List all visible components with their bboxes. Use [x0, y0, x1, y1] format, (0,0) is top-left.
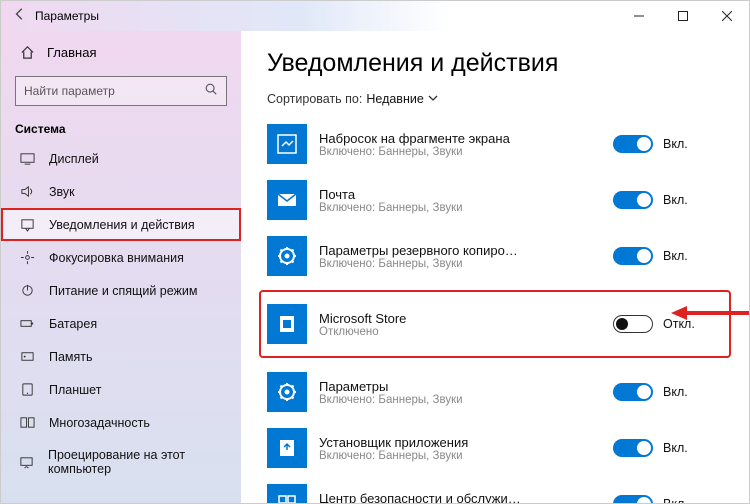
multitasking-icon: [19, 415, 35, 430]
app-icon: [267, 124, 307, 164]
storage-icon: [19, 349, 35, 364]
app-icon: [267, 236, 307, 276]
maximize-button[interactable]: [661, 1, 705, 31]
home-button[interactable]: Главная: [1, 41, 241, 70]
home-label: Главная: [47, 45, 96, 60]
page-title: Уведомления и действия: [267, 49, 723, 78]
app-name: Центр безопасности и обслужи…: [319, 491, 601, 504]
minimize-button[interactable]: [617, 1, 661, 31]
focus-icon: [19, 250, 35, 265]
sidebar-item-label: Уведомления и действия: [49, 218, 195, 232]
section-label: Система: [1, 116, 241, 142]
app-name: Установщик приложения: [319, 435, 601, 450]
sidebar-item-label: Звук: [49, 185, 75, 199]
close-button[interactable]: [705, 1, 749, 31]
settings-window: Параметры Главная Найти параметр Систем: [0, 0, 750, 504]
tablet-icon: [19, 382, 35, 397]
sidebar-item-battery[interactable]: Батарея: [1, 307, 241, 340]
titlebar: Параметры: [1, 1, 749, 31]
toggle-switch[interactable]: [613, 315, 653, 333]
sidebar-item-label: Дисплей: [49, 152, 99, 166]
toggle-state-label: Вкл.: [663, 441, 688, 455]
toggle-state-label: Вкл.: [663, 193, 688, 207]
toggle-state-label: Вкл.: [663, 249, 688, 263]
sidebar-item-tablet[interactable]: Планшет: [1, 373, 241, 406]
notifications-icon: [19, 217, 35, 232]
toggle-switch[interactable]: [613, 247, 653, 265]
app-icon: [267, 180, 307, 220]
app-name: Параметры: [319, 379, 601, 394]
toggle-state-label: Вкл.: [663, 497, 688, 503]
sidebar-item-label: Многозадачность: [49, 416, 150, 430]
app-row[interactable]: Параметры резервного копиро…Включено: Ба…: [267, 228, 723, 284]
toggle-state-label: Вкл.: [663, 137, 688, 151]
app-row[interactable]: ПочтаВключено: Баннеры, Звуки Вкл.: [267, 172, 723, 228]
sidebar-item-display[interactable]: Дисплей: [1, 142, 241, 175]
back-icon[interactable]: [13, 7, 27, 26]
toggle-switch[interactable]: [613, 383, 653, 401]
chevron-down-icon: [428, 92, 438, 106]
app-name: Почта: [319, 187, 601, 202]
sidebar-item-label: Проецирование на этот компьютер: [48, 448, 227, 476]
search-placeholder: Найти параметр: [24, 84, 115, 98]
sidebar-item-label: Фокусировка внимания: [49, 251, 184, 265]
sound-icon: [19, 184, 35, 199]
search-icon: [204, 82, 218, 101]
app-icon: [267, 484, 307, 503]
home-icon: [19, 45, 35, 60]
app-name: Параметры резервного копиро…: [319, 243, 601, 258]
sidebar-item-label: Планшет: [49, 383, 101, 397]
app-icon: [267, 428, 307, 468]
sidebar-item-focus[interactable]: Фокусировка внимания: [1, 241, 241, 274]
app-row[interactable]: ПараметрыВключено: Баннеры, Звуки Вкл.: [267, 364, 723, 420]
app-subtitle: Включено: Баннеры, Звуки: [319, 394, 601, 406]
app-subtitle: Включено: Баннеры, Звуки: [319, 450, 601, 462]
toggle-state-label: Вкл.: [663, 385, 688, 399]
search-input[interactable]: Найти параметр: [15, 76, 227, 106]
sidebar-item-label: Память: [49, 350, 93, 364]
app-row[interactable]: Установщик приложенияВключено: Баннеры, …: [267, 420, 723, 476]
sidebar-item-label: Батарея: [49, 317, 97, 331]
toggle-switch[interactable]: [613, 495, 653, 503]
app-row[interactable]: Набросок на фрагменте экранаВключено: Ба…: [267, 116, 723, 172]
battery-icon: [19, 316, 35, 331]
window-title: Параметры: [35, 9, 99, 23]
sort-label: Сортировать по:: [267, 92, 362, 106]
content-area: Уведомления и действия Сортировать по: Н…: [241, 31, 749, 503]
app-row[interactable]: Microsoft StoreОтключено Откл.: [267, 296, 723, 352]
sidebar: Главная Найти параметр Система Дисплей З…: [1, 31, 241, 503]
projecting-icon: [19, 455, 34, 470]
sidebar-item-multitasking[interactable]: Многозадачность: [1, 406, 241, 439]
sidebar-item-label: Питание и спящий режим: [49, 284, 197, 298]
toggle-switch[interactable]: [613, 191, 653, 209]
sidebar-item-power[interactable]: Питание и спящий режим: [1, 274, 241, 307]
app-name: Microsoft Store: [319, 311, 601, 326]
sidebar-item-sound[interactable]: Звук: [1, 175, 241, 208]
app-subtitle: Включено: Баннеры, Звуки: [319, 146, 601, 158]
sort-dropdown[interactable]: Сортировать по: Недавние: [267, 92, 723, 106]
display-icon: [19, 151, 35, 166]
toggle-state-label: Откл.: [663, 317, 695, 331]
toggle-switch[interactable]: [613, 135, 653, 153]
app-icon: [267, 304, 307, 344]
sidebar-item-storage[interactable]: Память: [1, 340, 241, 373]
sidebar-item-projecting[interactable]: Проецирование на этот компьютер: [1, 439, 241, 485]
power-icon: [19, 283, 35, 298]
app-subtitle: Включено: Баннеры, Звуки: [319, 202, 601, 214]
app-row[interactable]: Центр безопасности и обслужи…Включено: Б…: [267, 476, 723, 503]
sidebar-item-notifications[interactable]: Уведомления и действия: [1, 208, 241, 241]
app-subtitle: Отключено: [319, 326, 601, 338]
app-subtitle: Включено: Баннеры, Звуки: [319, 258, 601, 270]
sort-value: Недавние: [366, 92, 423, 106]
app-icon: [267, 372, 307, 412]
app-name: Набросок на фрагменте экрана: [319, 131, 601, 146]
toggle-switch[interactable]: [613, 439, 653, 457]
